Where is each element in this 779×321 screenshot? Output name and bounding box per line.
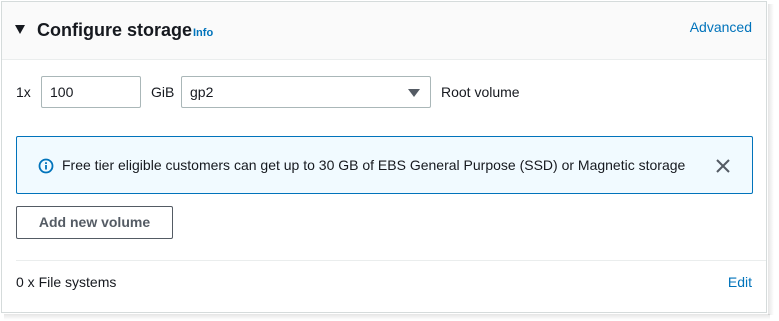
edit-file-systems-link[interactable]: Edit xyxy=(728,274,752,290)
file-systems-summary: 0 x File systems xyxy=(16,274,117,290)
panel-title: Configure storage xyxy=(37,20,193,40)
dropdown-arrow-icon xyxy=(408,89,420,97)
info-link[interactable]: Info xyxy=(193,27,213,39)
section-divider xyxy=(16,260,766,261)
volume-type-select[interactable]: gp2 xyxy=(181,76,431,108)
panel-shadow-bottom xyxy=(4,314,770,320)
alert-message: Free tier eligible customers can get up … xyxy=(62,157,686,173)
close-icon[interactable] xyxy=(714,157,732,175)
advanced-link[interactable]: Advanced xyxy=(690,19,752,35)
panel-shadow-right xyxy=(768,4,774,315)
volume-size-input[interactable] xyxy=(41,76,141,108)
configure-storage-panel: Configure storage Info Advanced 1x GiB g… xyxy=(1,1,767,313)
caret-down-icon[interactable] xyxy=(15,25,25,34)
info-circle-icon xyxy=(38,158,54,174)
volume-count-label: 1x xyxy=(16,84,31,100)
free-tier-alert: Free tier eligible customers can get up … xyxy=(16,136,753,194)
add-new-volume-button[interactable]: Add new volume xyxy=(16,206,173,239)
volume-type-value: gp2 xyxy=(190,84,214,100)
panel-header[interactable]: Configure storage Info Advanced xyxy=(2,2,766,60)
root-volume-label: Root volume xyxy=(441,84,520,100)
size-unit-label: GiB xyxy=(151,84,175,100)
